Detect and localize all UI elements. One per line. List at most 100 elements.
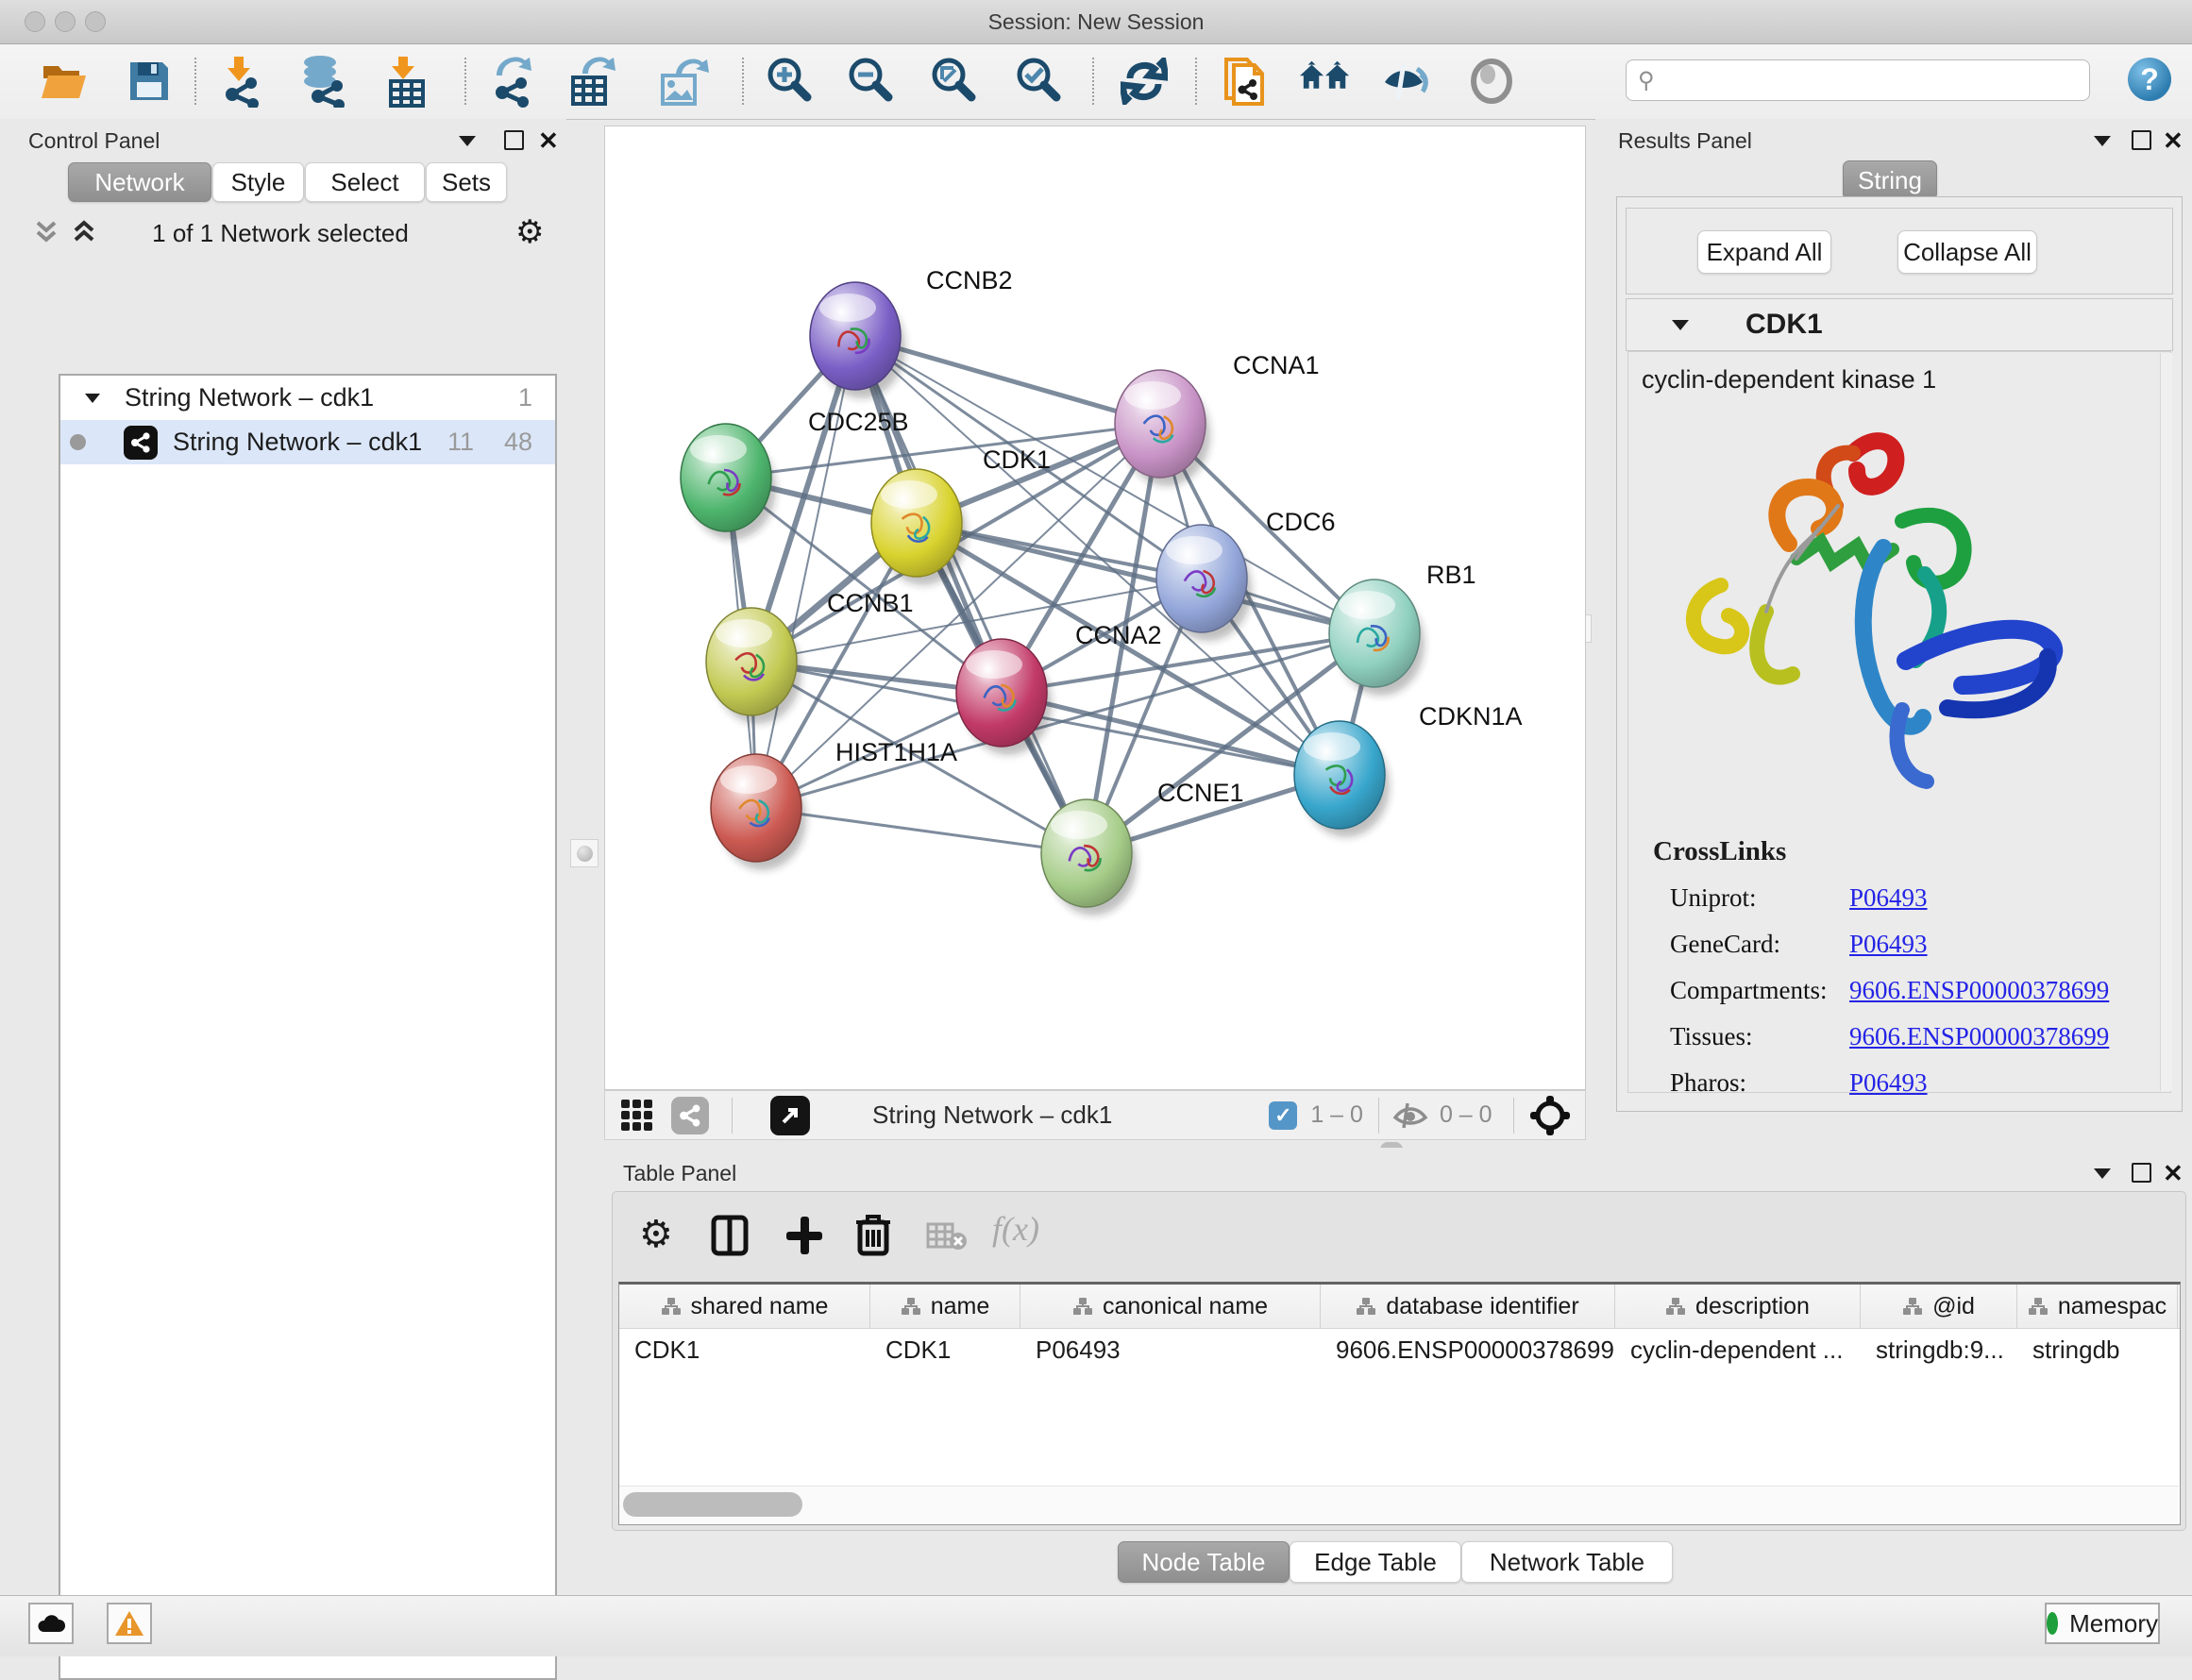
table-cell[interactable]: P06493 (1020, 1329, 1321, 1370)
show-hide-eye-icon[interactable] (1380, 54, 1433, 109)
table-cell[interactable]: cyclin-dependent ... (1615, 1329, 1861, 1370)
zoom-fit-icon[interactable] (927, 54, 980, 109)
network-node[interactable]: RB1 (1329, 561, 1476, 687)
refresh-icon[interactable] (1118, 54, 1171, 109)
export-table-icon[interactable] (566, 54, 619, 109)
column-header[interactable]: name (870, 1285, 1020, 1328)
tab-style[interactable]: Style (212, 162, 304, 202)
open-in-window-icon[interactable] (770, 1096, 810, 1135)
memory-button[interactable]: Memory (2045, 1603, 2160, 1644)
crosslink-value[interactable]: P06493 (1849, 883, 1928, 912)
tab-node-table[interactable]: Node Table (1118, 1541, 1290, 1583)
network-view-title: String Network – cdk1 (872, 1100, 1112, 1130)
search-input[interactable]: ⚲ (1626, 59, 2090, 101)
delete-table-icon[interactable] (926, 1220, 968, 1252)
table-hscroll-track[interactable] (619, 1486, 2179, 1524)
network-options-gear-icon[interactable]: ⚙ (515, 213, 544, 251)
warning-button[interactable] (107, 1603, 152, 1644)
table-hscroll-thumb[interactable] (623, 1492, 802, 1517)
gene-section-header[interactable]: CDK1 (1626, 298, 2173, 351)
tab-select[interactable]: Select (305, 162, 425, 202)
open-session-icon[interactable] (38, 54, 91, 109)
close-panel-icon[interactable]: ✕ (2163, 1159, 2184, 1188)
crosslink-value[interactable]: 9606.ENSP00000378699 (1849, 976, 2109, 1004)
memory-status-dot (2047, 1612, 2058, 1635)
expand-all-button[interactable]: Expand All (1697, 230, 1831, 274)
delete-column-trash-icon[interactable] (854, 1213, 892, 1256)
collapse-all-icon[interactable] (32, 217, 60, 245)
column-header[interactable]: @id (1861, 1285, 2017, 1328)
show-columns-icon[interactable] (711, 1215, 749, 1256)
tab-sets[interactable]: Sets (426, 162, 507, 202)
import-network-icon[interactable] (215, 54, 268, 109)
collapse-all-button[interactable]: Collapse All (1897, 230, 2037, 274)
crosslink-value[interactable]: 9606.ENSP00000378699 (1849, 1022, 2109, 1050)
close-panel-icon[interactable]: ✕ (2163, 126, 2184, 156)
float-panel-icon[interactable] (459, 136, 476, 146)
column-header[interactable]: shared name (619, 1285, 870, 1328)
column-header[interactable]: namespac (2017, 1285, 2178, 1328)
network-node-label: CDKN1A (1419, 702, 1523, 731)
column-header[interactable]: database identifier (1321, 1285, 1615, 1328)
string-document-icon[interactable] (1220, 54, 1273, 109)
import-table-icon[interactable] (381, 54, 434, 109)
selected-checkbox-icon[interactable]: ✓ (1269, 1101, 1297, 1130)
function-builder-icon[interactable]: f(x) (992, 1209, 1039, 1249)
selected-counts: 1 – 0 (1310, 1101, 1363, 1129)
network-node[interactable]: CCNA1 (1115, 351, 1320, 478)
hidden-eye-slash-icon[interactable] (1392, 1101, 1428, 1130)
home-pair-icon[interactable] (1299, 54, 1352, 109)
export-network-icon[interactable] (487, 54, 540, 109)
table-cell[interactable]: CDK1 (870, 1329, 1020, 1370)
table-cell[interactable]: 9606.ENSP00000378699 (1321, 1329, 1615, 1370)
save-session-icon[interactable] (123, 54, 176, 109)
table-settings-gear-icon[interactable]: ⚙ (639, 1213, 673, 1256)
fit-selected-crosshair-icon[interactable] (1529, 1095, 1571, 1136)
close-panel-icon[interactable]: ✕ (538, 126, 559, 156)
table-cell[interactable]: stringdb:9... (1861, 1329, 2017, 1370)
tab-string[interactable]: String (1843, 160, 1937, 200)
tab-edge-table[interactable]: Edge Table (1290, 1541, 1461, 1583)
network-graph[interactable]: CCNB2CCNA1CDC25BCDK1CDC6RB1CCNB1CCNA2CDK… (605, 126, 1585, 1089)
network-node[interactable]: CCNE1 (1041, 779, 1244, 907)
column-header[interactable]: description (1615, 1285, 1861, 1328)
hidden-counts: 0 – 0 (1440, 1101, 1492, 1129)
collection-disclosure-icon[interactable] (85, 394, 100, 403)
network-row-selected[interactable]: String Network – cdk1 11 48 (60, 420, 555, 464)
results-scrollbar-track[interactable] (2160, 353, 2172, 1091)
crosslink-value[interactable]: P06493 (1849, 1068, 1928, 1097)
sphere-icon[interactable] (1465, 54, 1518, 109)
float-panel-icon[interactable] (2094, 1168, 2111, 1179)
column-header[interactable]: canonical name (1020, 1285, 1321, 1328)
network-node[interactable]: CDKN1A (1294, 702, 1523, 829)
control-panel: Control Panel ✕ Network Style Select Set… (0, 119, 566, 1595)
tab-network[interactable]: Network (68, 162, 211, 202)
network-collection-row[interactable]: String Network – cdk1 1 (60, 376, 555, 420)
zoom-selected-icon[interactable] (1012, 54, 1065, 109)
crosslink-value[interactable]: P06493 (1849, 930, 1928, 958)
results-panel-title: Results Panel (1618, 128, 1752, 154)
export-image-icon[interactable] (657, 54, 710, 109)
maximize-panel-icon[interactable] (2132, 130, 2151, 150)
add-column-icon[interactable] (784, 1215, 824, 1256)
gene-disclosure-icon[interactable] (1672, 320, 1689, 330)
birdseye-grid-icon[interactable] (620, 1099, 654, 1133)
network-canvas[interactable]: CCNB2CCNA1CDC25BCDK1CDC6RB1CCNB1CCNA2CDK… (604, 126, 1586, 1090)
table-row[interactable]: CDK1CDK1P064939606.ENSP00000378699cyclin… (619, 1329, 2180, 1370)
network-type-share-icon[interactable] (671, 1097, 709, 1134)
table-cell[interactable]: CDK1 (619, 1329, 870, 1370)
left-splitter-handle[interactable] (570, 839, 599, 867)
maximize-panel-icon[interactable] (504, 130, 524, 150)
tab-network-table[interactable]: Network Table (1461, 1541, 1673, 1583)
zoom-in-icon[interactable] (763, 54, 816, 109)
help-icon[interactable]: ? (2128, 58, 2171, 101)
import-database-icon[interactable] (296, 54, 349, 109)
search-field[interactable] (1664, 66, 2065, 94)
network-node[interactable]: HIST1H1A (711, 738, 957, 862)
table-cell[interactable]: stringdb (2017, 1329, 2178, 1370)
maximize-panel-icon[interactable] (2132, 1163, 2151, 1183)
zoom-out-icon[interactable] (844, 54, 897, 109)
cloud-button[interactable] (28, 1603, 74, 1644)
network-edge-count: 48 (504, 428, 532, 457)
float-panel-icon[interactable] (2094, 136, 2111, 146)
